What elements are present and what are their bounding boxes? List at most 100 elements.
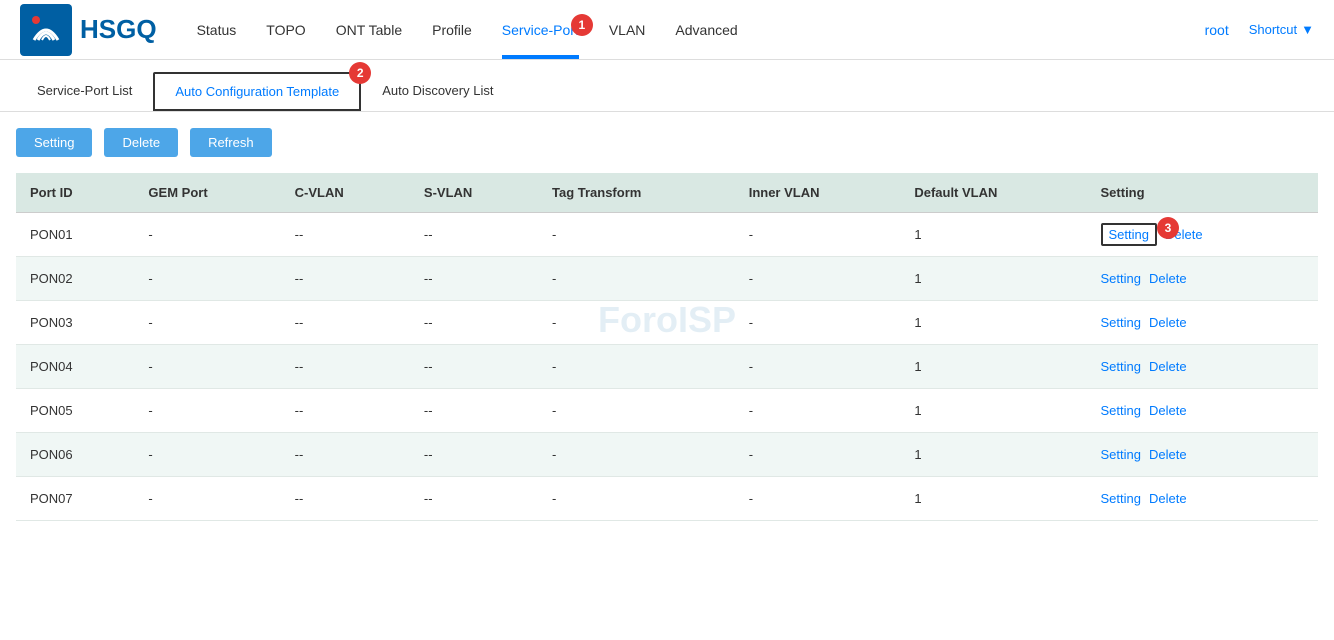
toolbar: Setting Delete Refresh: [0, 112, 1334, 173]
col-port-id: Port ID: [16, 173, 134, 213]
nav-shortcut[interactable]: Shortcut ▼: [1249, 22, 1314, 37]
setting-button[interactable]: Setting: [16, 128, 92, 157]
shortcut-label: Shortcut: [1249, 22, 1297, 37]
table-row: PON03-------1SettingDelete: [16, 301, 1318, 345]
tab-auto-discovery-list[interactable]: Auto Discovery List: [361, 72, 514, 111]
table-header-row: Port ID GEM Port C-VLAN S-VLAN Tag Trans…: [16, 173, 1318, 213]
cell-s-vlan: --: [410, 433, 538, 477]
nav-advanced[interactable]: Advanced: [675, 4, 737, 56]
table-wrap: Port ID GEM Port C-VLAN S-VLAN Tag Trans…: [0, 173, 1334, 521]
cell-c-vlan: --: [281, 301, 410, 345]
cell-inner-vlan: -: [735, 345, 901, 389]
logo-text: HSGQ: [80, 14, 157, 45]
cell-actions: Setting3Delete: [1087, 213, 1318, 257]
nav-vlan[interactable]: VLAN: [609, 4, 646, 56]
cell-port-id: PON06: [16, 433, 134, 477]
cell-c-vlan: --: [281, 389, 410, 433]
row-setting-link[interactable]: Setting: [1101, 491, 1141, 506]
col-gem-port: GEM Port: [134, 173, 280, 213]
cell-inner-vlan: -: [735, 389, 901, 433]
cell-gem-port: -: [134, 213, 280, 257]
cell-gem-port: -: [134, 433, 280, 477]
cell-s-vlan: --: [410, 301, 538, 345]
cell-inner-vlan: -: [735, 433, 901, 477]
cell-s-vlan: --: [410, 389, 538, 433]
cell-tag-transform: -: [538, 433, 735, 477]
cell-c-vlan: --: [281, 213, 410, 257]
row-setting-link[interactable]: Setting: [1101, 223, 1157, 246]
nav-profile[interactable]: Profile: [432, 4, 472, 56]
tab-auto-config-template[interactable]: Auto Configuration Template: [153, 72, 361, 111]
cell-inner-vlan: -: [735, 213, 901, 257]
col-tag-transform: Tag Transform: [538, 173, 735, 213]
cell-tag-transform: -: [538, 345, 735, 389]
nav-service-port[interactable]: Service-Port: [502, 4, 579, 59]
tabs-bar: Service-Port List Auto Configuration Tem…: [0, 60, 1334, 112]
cell-s-vlan: --: [410, 257, 538, 301]
cell-tag-transform: -: [538, 213, 735, 257]
row-delete-link[interactable]: Delete: [1149, 271, 1187, 286]
delete-button[interactable]: Delete: [104, 128, 178, 157]
cell-gem-port: -: [134, 345, 280, 389]
row-setting-link[interactable]: Setting: [1101, 359, 1141, 374]
nav-status[interactable]: Status: [197, 4, 237, 56]
cell-inner-vlan: -: [735, 477, 901, 521]
cell-gem-port: -: [134, 301, 280, 345]
nav-service-port-wrap: Service-Port 1: [502, 22, 579, 38]
cell-gem-port: -: [134, 389, 280, 433]
cell-c-vlan: --: [281, 477, 410, 521]
cell-port-id: PON05: [16, 389, 134, 433]
cell-actions: Setting Delete: [1087, 301, 1318, 345]
table-row: PON05-------1SettingDelete: [16, 389, 1318, 433]
nav-topo[interactable]: TOPO: [266, 4, 305, 56]
col-inner-vlan: Inner VLAN: [735, 173, 901, 213]
cell-s-vlan: --: [410, 477, 538, 521]
row-setting-link[interactable]: Setting: [1101, 271, 1141, 286]
logo-icon: [20, 4, 72, 56]
cell-actions: Setting Delete: [1087, 433, 1318, 477]
refresh-button[interactable]: Refresh: [190, 128, 272, 157]
cell-port-id: PON02: [16, 257, 134, 301]
cell-c-vlan: --: [281, 433, 410, 477]
chevron-down-icon: ▼: [1301, 22, 1314, 37]
main-nav: Status TOPO ONT Table Profile Service-Po…: [197, 4, 1205, 56]
cell-s-vlan: --: [410, 345, 538, 389]
row-setting-link[interactable]: Setting: [1101, 447, 1141, 462]
cell-gem-port: -: [134, 257, 280, 301]
cell-tag-transform: -: [538, 389, 735, 433]
cell-default-vlan: 1: [900, 433, 1086, 477]
badge-service-port: 1: [571, 14, 593, 36]
cell-actions: Setting Delete: [1087, 257, 1318, 301]
cell-tag-transform: -: [538, 257, 735, 301]
cell-tag-transform: -: [538, 301, 735, 345]
row-delete-link[interactable]: Delete: [1149, 403, 1187, 418]
cell-inner-vlan: -: [735, 257, 901, 301]
cell-default-vlan: 1: [900, 257, 1086, 301]
row-delete-link[interactable]: Delete: [1149, 447, 1187, 462]
row-setting-link[interactable]: Setting: [1101, 403, 1141, 418]
nav-ont-table[interactable]: ONT Table: [336, 4, 402, 56]
cell-port-id: PON07: [16, 477, 134, 521]
cell-inner-vlan: -: [735, 301, 901, 345]
cell-c-vlan: --: [281, 345, 410, 389]
tab-auto-config-wrap: Auto Configuration Template 2: [153, 72, 361, 111]
cell-gem-port: -: [134, 477, 280, 521]
row-delete-link[interactable]: Delete: [1149, 491, 1187, 506]
row-delete-link[interactable]: Delete: [1149, 315, 1187, 330]
table-row: PON04-------1SettingDelete: [16, 345, 1318, 389]
cell-c-vlan: --: [281, 257, 410, 301]
table-row: PON02-------1SettingDelete: [16, 257, 1318, 301]
table-row: PON01-------1Setting3Delete: [16, 213, 1318, 257]
cell-port-id: PON01: [16, 213, 134, 257]
tab-service-port-list[interactable]: Service-Port List: [16, 72, 153, 111]
table-row: PON06-------1SettingDelete: [16, 433, 1318, 477]
nav-root[interactable]: root: [1205, 4, 1229, 56]
badge-setting-row: 3: [1157, 217, 1179, 239]
row-delete-link[interactable]: Delete: [1149, 359, 1187, 374]
cell-default-vlan: 1: [900, 213, 1086, 257]
main-table: Port ID GEM Port C-VLAN S-VLAN Tag Trans…: [16, 173, 1318, 521]
col-s-vlan: S-VLAN: [410, 173, 538, 213]
row-setting-link[interactable]: Setting: [1101, 315, 1141, 330]
cell-actions: Setting Delete: [1087, 477, 1318, 521]
cell-tag-transform: -: [538, 477, 735, 521]
